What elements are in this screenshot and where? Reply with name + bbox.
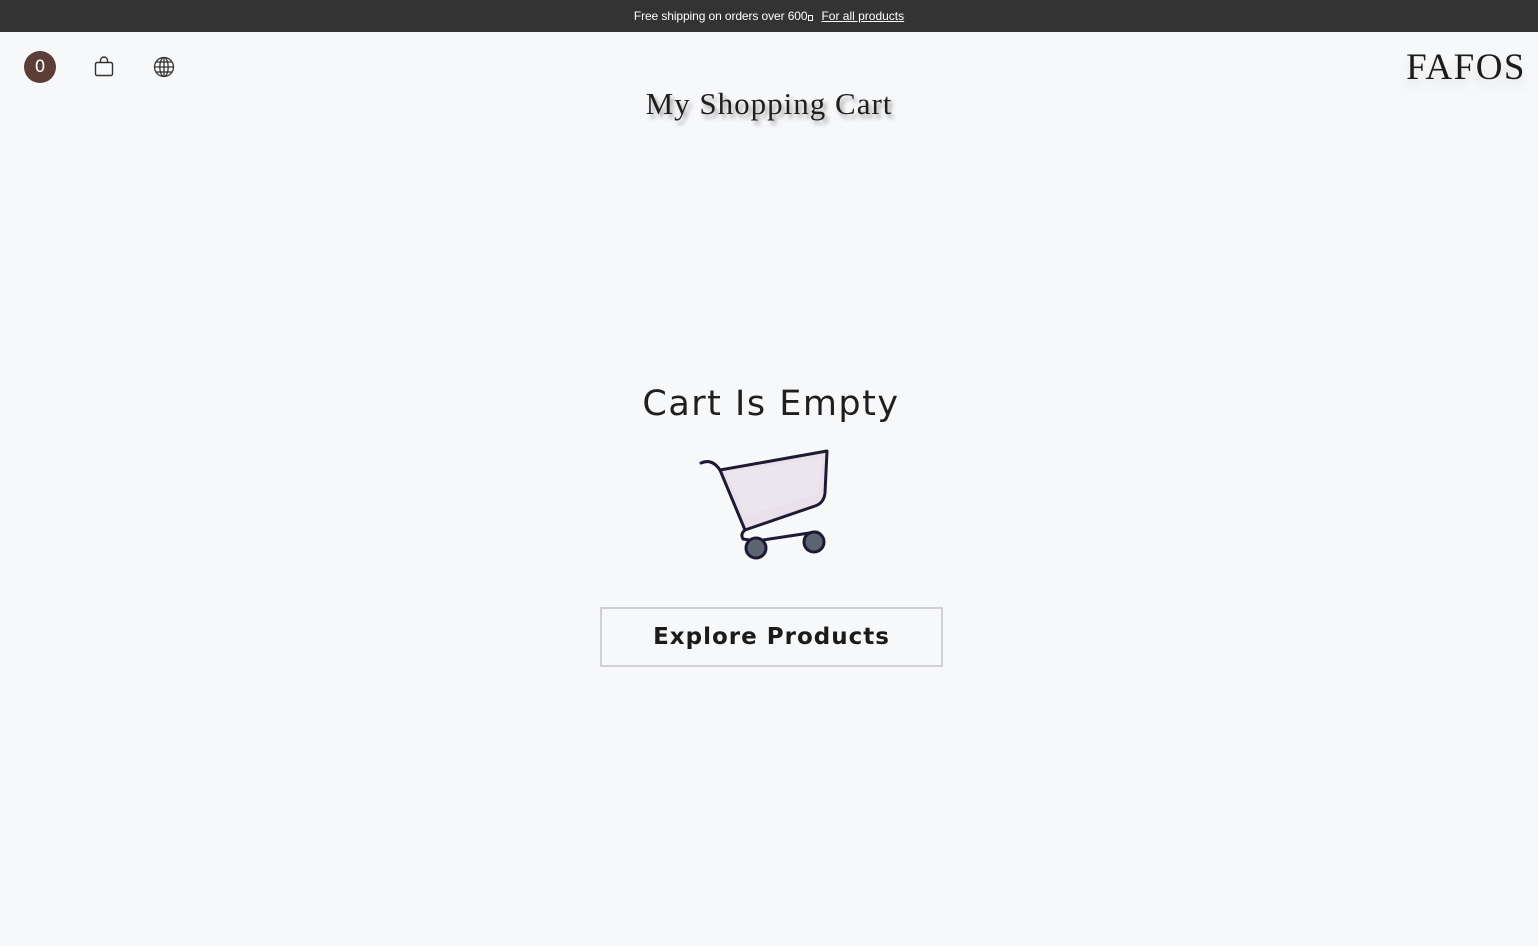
explore-products-button[interactable]: Explore Products [600, 607, 943, 667]
currency-icon [808, 15, 814, 21]
brand-logo[interactable]: FAFOS [1406, 46, 1526, 89]
empty-cart-heading: Cart Is Empty [642, 384, 900, 424]
all-products-link[interactable]: For all products [821, 9, 904, 23]
shopping-cart-icon [698, 448, 832, 564]
announcement-bar: Free shipping on orders over 600 For all… [0, 0, 1538, 32]
empty-cart-state: Cart Is Empty [0, 384, 1538, 424]
announcement-text: Free shipping on orders over 600 [634, 9, 814, 23]
shopping-bag-icon[interactable] [92, 55, 116, 79]
page-title: My Shopping Cart [645, 86, 893, 121]
cart-count-badge[interactable]: 0 [24, 51, 56, 83]
globe-icon[interactable] [152, 55, 176, 79]
